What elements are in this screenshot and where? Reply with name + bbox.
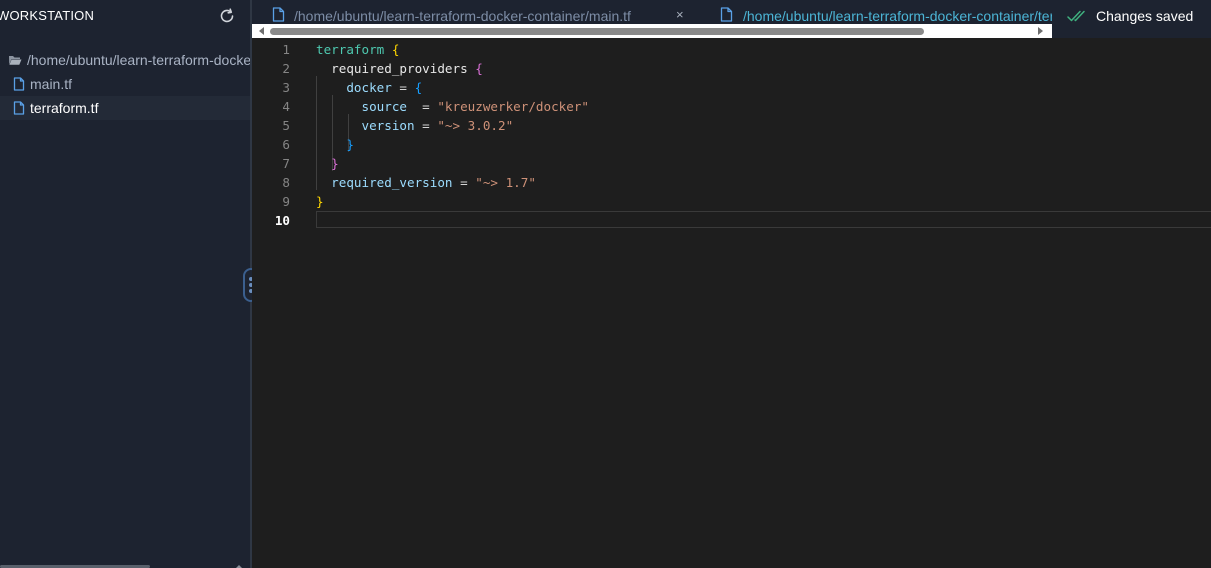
code-text: source = "kreuzwerker/docker"	[316, 99, 590, 114]
code-line[interactable]: 9}	[252, 192, 1211, 211]
code-token: {	[414, 80, 423, 95]
code-token: required_providers	[331, 61, 468, 76]
tab-bar: /home/ubuntu/learn-terraform-docker-cont…	[252, 0, 1052, 26]
code-text: required_providers {	[316, 61, 483, 76]
scrollbar-thumb[interactable]	[270, 28, 924, 35]
scroll-right-icon[interactable]	[1038, 27, 1043, 35]
code-token: "~> 1.7"	[475, 175, 536, 190]
file-icon	[13, 101, 25, 115]
refresh-icon[interactable]	[218, 7, 236, 25]
code-line[interactable]: 6 }	[252, 135, 1211, 154]
code-token: required_version	[331, 175, 453, 190]
scroll-left-icon[interactable]	[259, 27, 264, 35]
code-text: version = "~> 3.0.2"	[316, 118, 514, 133]
code-text: }	[316, 137, 354, 152]
code-token: }	[331, 156, 339, 171]
code-token: terraform	[316, 42, 385, 57]
code-editor[interactable]: 1 terraform {2 required_providers {3 dock…	[252, 38, 1211, 568]
code-token: =	[452, 175, 476, 190]
explorer-header: WORKSTATION	[0, 0, 250, 33]
tree-folder-label: /home/ubuntu/learn-terraform-docker-cont…	[27, 52, 250, 68]
explorer-sidebar: WORKSTATION /home/ubuntu/learn-terraform…	[0, 0, 250, 568]
tree-file-label: main.tf	[30, 76, 73, 92]
code-token: "kreuzwerker/docker"	[437, 99, 589, 114]
line-number: 1	[282, 42, 290, 57]
line-number: 2	[282, 61, 290, 76]
code-line[interactable]: 5 version = "~> 3.0.2"	[252, 116, 1211, 135]
code-text: required_version = "~> 1.7"	[316, 175, 536, 190]
line-number: 8	[282, 175, 290, 190]
double-check-icon	[1067, 10, 1085, 22]
explorer-title: WORKSTATION	[0, 8, 95, 23]
tabs-horizontal-scrollbar[interactable]	[252, 24, 1052, 38]
code-line[interactable]: 8 required_version = "~> 1.7"	[252, 173, 1211, 192]
tree-file-terraform-tf[interactable]: terraform.tf	[0, 96, 250, 120]
code-token: docker	[346, 80, 392, 95]
tab-label: /home/ubuntu/learn-terraform-docker-cont…	[294, 8, 631, 24]
code-token: {	[391, 42, 400, 57]
code-token: "~> 3.0.2"	[437, 118, 514, 133]
file-tree: /home/ubuntu/learn-terraform-docker-cont…	[0, 48, 250, 120]
file-icon	[720, 7, 733, 22]
code-token: }	[316, 194, 324, 209]
tree-file-label: terraform.tf	[30, 100, 99, 116]
code-text: }	[316, 194, 324, 209]
code-text: }	[316, 156, 339, 171]
save-status-label: Changes saved	[1096, 8, 1194, 24]
tab-terraform-tf[interactable]: /home/ubuntu/learn-terraform-docker-cont…	[702, 0, 1052, 26]
line-number: 5	[282, 118, 290, 133]
line-number: 7	[282, 156, 290, 171]
tree-folder-project[interactable]: /home/ubuntu/learn-terraform-docker-cont…	[0, 48, 250, 72]
code-token: =	[391, 80, 415, 95]
code-line[interactable]: 3 docker = {	[252, 78, 1211, 97]
code-token: version	[361, 118, 415, 133]
code-token: source	[361, 99, 408, 114]
tab-label: /home/ubuntu/learn-terraform-docker-cont…	[743, 8, 1052, 24]
code-token: =	[407, 99, 438, 114]
line-number: 6	[282, 137, 290, 152]
code-line[interactable]: 1 terraform {	[252, 40, 1211, 59]
line-number: 3	[282, 80, 290, 95]
file-icon	[272, 7, 285, 22]
code-token: =	[414, 118, 438, 133]
tree-file-main-tf[interactable]: main.tf	[0, 72, 250, 96]
line-number: 9	[282, 194, 290, 209]
code-token: }	[346, 137, 354, 152]
close-icon[interactable]: ×	[676, 7, 684, 22]
line-number: 4	[282, 99, 290, 114]
code-line[interactable]: 2 required_providers {	[252, 59, 1211, 78]
code-line[interactable]: 4 source = "kreuzwerker/docker"	[252, 97, 1211, 116]
code-text: docker = {	[316, 80, 422, 95]
code-line[interactable]: 7 }	[252, 154, 1211, 173]
save-status: Changes saved	[1052, 0, 1211, 38]
file-icon	[13, 77, 25, 91]
folder-open-icon	[9, 56, 22, 65]
line-number: 10	[274, 213, 290, 228]
code-text: terraform {	[316, 42, 399, 57]
tab-main-tf[interactable]: /home/ubuntu/learn-terraform-docker-cont…	[252, 0, 700, 26]
code-token: {	[475, 61, 483, 76]
code-line[interactable]: 10	[252, 211, 1211, 230]
